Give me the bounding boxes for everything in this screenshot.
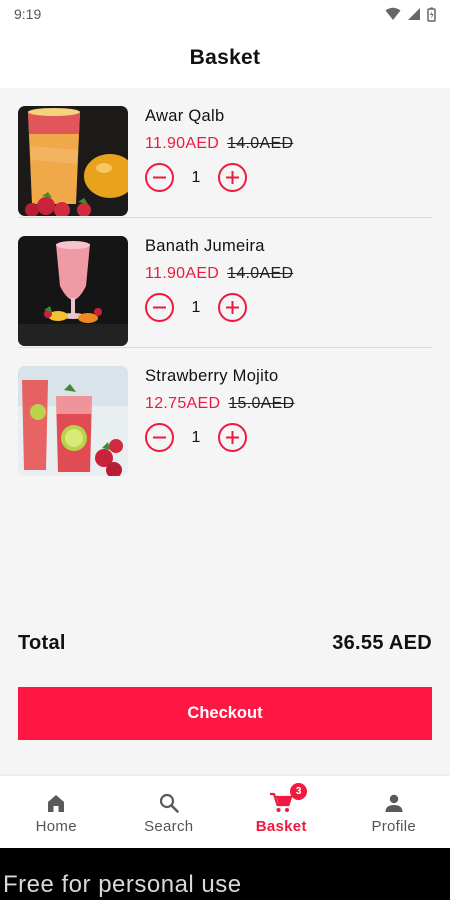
basket-item: Awar Qalb 11.90AED 14.0AED 1: [18, 88, 432, 218]
minus-icon: [153, 306, 166, 309]
plus-icon: [226, 301, 239, 314]
signal-icon: [408, 8, 420, 20]
item-old-price: 15.0AED: [228, 395, 295, 412]
status-bar: 9:19: [0, 0, 450, 28]
quantity-value: 1: [191, 428, 201, 446]
status-time: 9:19: [14, 6, 42, 22]
item-name: Strawberry Mojito: [145, 367, 279, 385]
plus-icon: [226, 171, 239, 184]
quantity-stepper: 1: [145, 423, 247, 452]
wifi-icon: [385, 7, 401, 20]
decrease-quantity-button[interactable]: [145, 163, 174, 192]
total-row: Total 36.55 AED: [18, 632, 432, 655]
total-label: Total: [18, 632, 66, 654]
app-bar: Basket: [0, 28, 450, 88]
decrease-quantity-button[interactable]: [145, 423, 174, 452]
quantity-value: 1: [191, 298, 201, 316]
item-old-price: 14.0AED: [227, 135, 294, 152]
price-row: 11.90AED 14.0AED: [145, 265, 293, 283]
plus-icon: [226, 431, 239, 444]
increase-quantity-button[interactable]: [218, 423, 247, 452]
page-title: Basket: [189, 46, 261, 69]
nav-item-search[interactable]: Search: [113, 776, 226, 848]
basket-item: Strawberry Mojito 12.75AED 15.0AED 1: [18, 348, 432, 478]
nav-item-home[interactable]: Home: [0, 776, 113, 848]
price-row: 12.75AED 15.0AED: [145, 395, 294, 413]
cart-icon: 3: [269, 783, 308, 815]
home-icon: [45, 791, 67, 815]
item-price: 12.75AED: [145, 395, 221, 412]
person-icon: [383, 791, 405, 815]
watermark-text: Free for personal use: [3, 871, 242, 898]
item-price: 11.90AED: [145, 265, 220, 282]
minus-icon: [153, 436, 166, 439]
search-icon: [158, 791, 180, 815]
quantity-stepper: 1: [145, 163, 247, 192]
decrease-quantity-button[interactable]: [145, 293, 174, 322]
status-icons: [385, 7, 436, 22]
increase-quantity-button[interactable]: [218, 163, 247, 192]
quantity-value: 1: [191, 168, 201, 186]
minus-icon: [153, 176, 166, 179]
total-value: 36.55 AED: [332, 632, 432, 654]
quantity-stepper: 1: [145, 293, 247, 322]
product-image: [18, 236, 128, 346]
item-name: Awar Qalb: [145, 107, 225, 125]
item-price: 11.90AED: [145, 135, 220, 152]
product-image: [18, 366, 128, 476]
basket-item: Banath Jumeira 11.90AED 14.0AED 1: [18, 218, 432, 348]
basket-list: Awar Qalb 11.90AED 14.0AED 1 Banath Jume…: [0, 88, 450, 478]
battery-icon: [427, 7, 436, 22]
item-name: Banath Jumeira: [145, 237, 265, 255]
nav-label-home: Home: [35, 818, 77, 835]
price-row: 11.90AED 14.0AED: [145, 135, 293, 153]
nav-label-profile: Profile: [371, 818, 417, 835]
cart-count-badge: 3: [290, 783, 308, 800]
product-image: [18, 106, 128, 216]
nav-item-profile[interactable]: Profile: [338, 776, 450, 848]
nav-label-search: Search: [144, 818, 194, 835]
nav-label-basket: Basket: [255, 818, 307, 835]
checkout-button[interactable]: Checkout: [18, 687, 432, 740]
item-old-price: 14.0AED: [227, 265, 294, 282]
watermark-bar: Free for personal use: [0, 848, 450, 900]
nav-item-basket[interactable]: 3 Basket: [225, 776, 338, 848]
increase-quantity-button[interactable]: [218, 293, 247, 322]
bottom-nav: Home Search 3 Basket Profile: [0, 776, 450, 848]
